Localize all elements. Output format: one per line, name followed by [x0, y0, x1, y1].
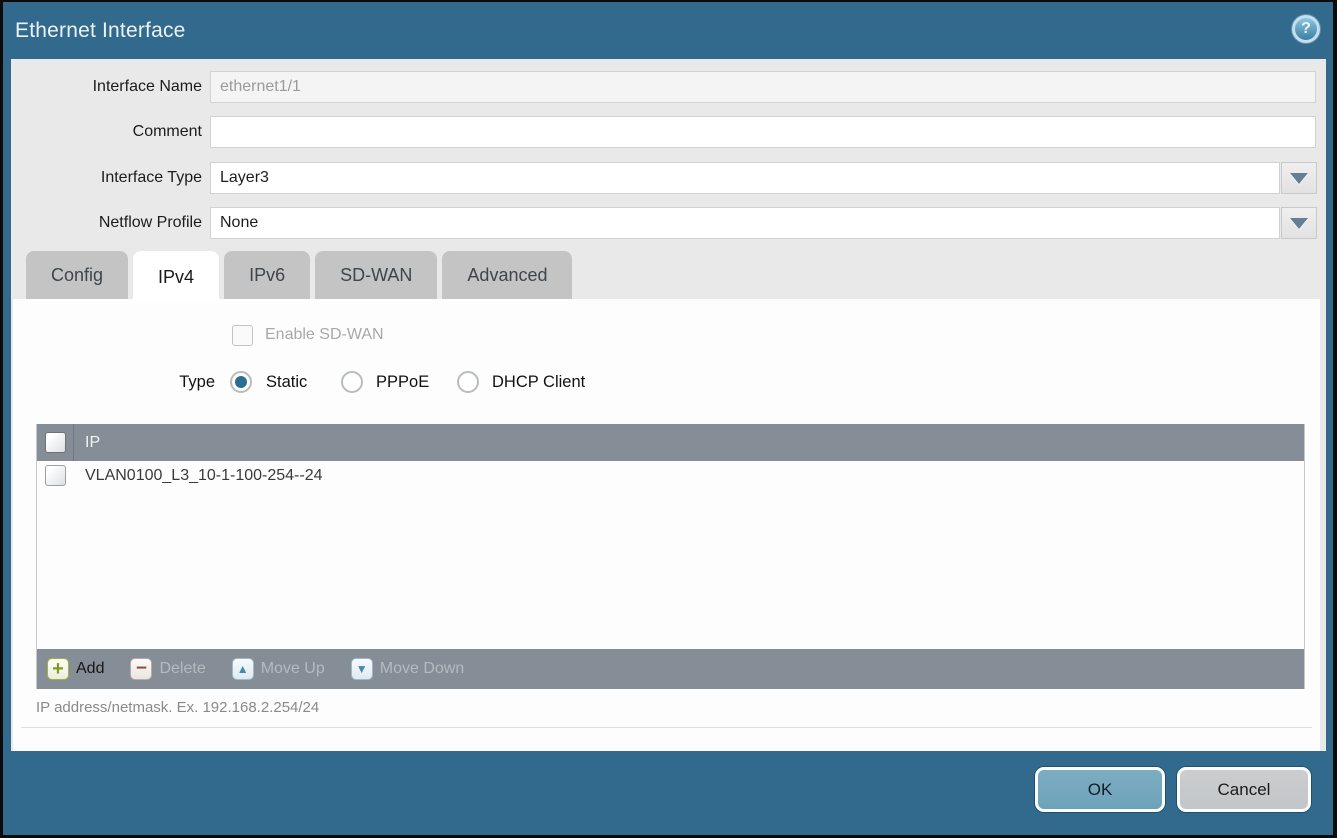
- netflow-profile-dropdown-button[interactable]: [1281, 207, 1317, 239]
- enable-sdwan-checkbox: [232, 325, 253, 346]
- help-icon[interactable]: ?: [1292, 15, 1320, 43]
- ip-table-header: IP: [37, 424, 1304, 461]
- ipv4-tab-panel: Enable SD-WAN Type Static PPPoE DHCP Cli…: [13, 299, 1320, 751]
- comment-input[interactable]: [210, 116, 1316, 148]
- radio-pppoe[interactable]: [341, 371, 363, 393]
- plus-icon: +: [47, 658, 69, 680]
- interface-type-dropdown-button[interactable]: [1281, 162, 1317, 194]
- move-up-button: ▲ Move Up: [232, 658, 325, 680]
- minus-icon: −: [130, 658, 152, 680]
- arrow-up-icon: ▲: [232, 658, 254, 680]
- enable-sdwan-label: Enable SD-WAN: [265, 326, 384, 344]
- row-checkbox[interactable]: [45, 465, 66, 486]
- radio-dhcp-client[interactable]: [457, 371, 479, 393]
- ip-format-hint: IP address/netmask. Ex. 192.168.2.254/24: [36, 699, 319, 716]
- interface-name-input: [210, 71, 1316, 103]
- row-checkbox-cell: [37, 465, 74, 486]
- arrow-down-icon: ▼: [351, 658, 373, 680]
- move-down-button: ▼ Move Down: [351, 658, 464, 680]
- question-mark-glyph: ?: [1301, 20, 1311, 38]
- tab-strip: Config IPv4 IPv6 SD-WAN Advanced: [18, 251, 572, 299]
- tab-ipv6[interactable]: IPv6: [224, 251, 310, 299]
- ok-button-label: OK: [1088, 780, 1113, 800]
- chevron-down-icon: [1290, 218, 1308, 229]
- add-button[interactable]: + Add: [47, 658, 104, 680]
- netflow-profile-label: Netflow Profile: [11, 207, 202, 239]
- panel-divider: [21, 727, 1312, 728]
- select-all-cell: [37, 424, 74, 461]
- ip-table-body: VLAN0100_L3_10-1-100-254--24: [37, 461, 1304, 649]
- radio-static-label[interactable]: Static: [266, 373, 307, 392]
- add-button-label: Add: [76, 660, 104, 678]
- move-down-button-label: Move Down: [380, 660, 464, 678]
- radio-dhcp-client-label[interactable]: DHCP Client: [492, 373, 585, 392]
- tab-config[interactable]: Config: [26, 251, 128, 299]
- title-bar: Ethernet Interface ?: [3, 2, 1333, 59]
- chevron-down-icon: [1290, 173, 1308, 184]
- dialog-body: Interface Name Comment Interface Type Ne…: [11, 59, 1326, 751]
- type-label: Type: [125, 373, 215, 392]
- ip-column-header: IP: [85, 434, 100, 452]
- cancel-button-label: Cancel: [1218, 780, 1271, 800]
- comment-label: Comment: [11, 116, 202, 148]
- radio-static[interactable]: [230, 371, 252, 393]
- interface-name-label: Interface Name: [11, 71, 202, 103]
- netflow-profile-input[interactable]: [210, 207, 1280, 239]
- tab-sdwan[interactable]: SD-WAN: [315, 251, 437, 299]
- move-up-button-label: Move Up: [261, 660, 325, 678]
- select-all-checkbox[interactable]: [45, 432, 66, 453]
- cancel-button[interactable]: Cancel: [1177, 767, 1311, 812]
- delete-button-label: Delete: [159, 660, 205, 678]
- delete-button: − Delete: [130, 658, 205, 680]
- interface-type-input[interactable]: [210, 162, 1280, 194]
- ip-table-toolbar: + Add − Delete ▲ Move Up ▼ Move Down: [37, 649, 1304, 689]
- type-radio-group: Type Static PPPoE DHCP Client: [13, 371, 1320, 397]
- enable-sdwan-row: Enable SD-WAN: [232, 325, 253, 347]
- ip-row-value[interactable]: VLAN0100_L3_10-1-100-254--24: [85, 467, 323, 485]
- tab-advanced[interactable]: Advanced: [442, 251, 572, 299]
- ok-button[interactable]: OK: [1035, 767, 1165, 812]
- dialog-title: Ethernet Interface: [15, 19, 186, 43]
- table-row[interactable]: VLAN0100_L3_10-1-100-254--24: [37, 461, 1304, 490]
- radio-pppoe-label[interactable]: PPPoE: [376, 373, 429, 392]
- ip-address-table: IP VLAN0100_L3_10-1-100-254--24 + Add: [36, 424, 1305, 689]
- ethernet-interface-dialog: Ethernet Interface ? Interface Name Comm…: [3, 2, 1333, 835]
- tab-ipv4[interactable]: IPv4: [133, 251, 219, 303]
- interface-type-label: Interface Type: [11, 162, 202, 194]
